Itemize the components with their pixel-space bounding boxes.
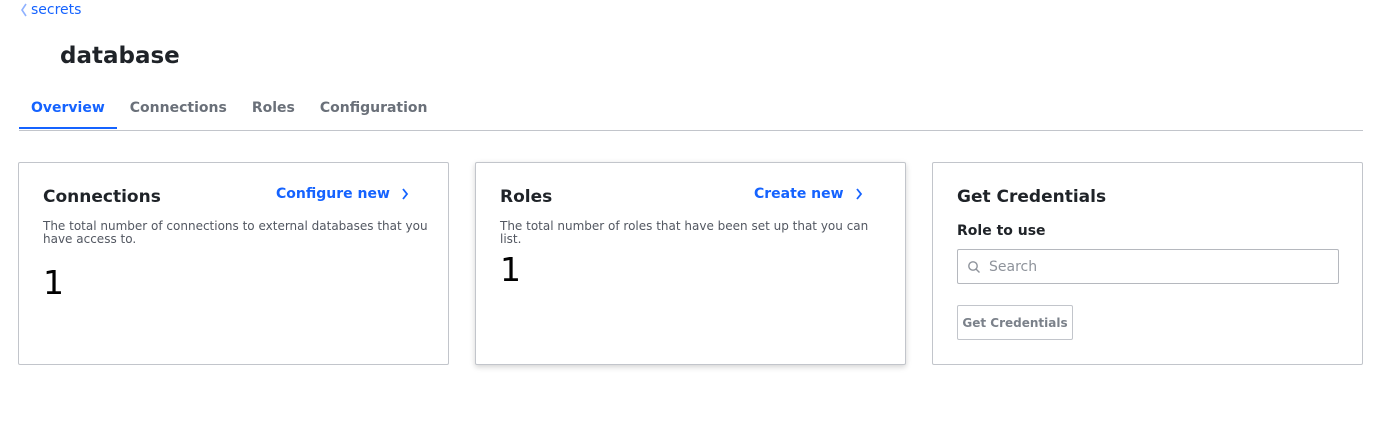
tab-bar: Overview Connections Roles Configuration	[19, 86, 1363, 131]
get-credentials-card: Get Credentials Role to use Get Credenti…	[932, 162, 1363, 365]
tab-connections[interactable]: Connections	[118, 86, 239, 129]
configure-new-label: Configure new	[276, 186, 390, 202]
chevron-right-icon	[855, 188, 862, 200]
tab-configuration[interactable]: Configuration	[308, 86, 440, 129]
tab-overview[interactable]: Overview	[19, 86, 117, 129]
breadcrumb: secrets	[19, 2, 81, 18]
chevron-right-icon	[402, 188, 409, 200]
connections-card-description: The total number of connections to exter…	[43, 219, 428, 246]
connections-card-title: Connections	[43, 187, 161, 207]
create-new-link[interactable]: Create new	[754, 186, 864, 202]
roles-card-description: The total number of roles that have been…	[500, 219, 869, 246]
role-to-use-label: Role to use	[957, 223, 1046, 239]
chevron-left-icon	[21, 3, 27, 17]
get-credentials-button[interactable]: Get Credentials	[957, 305, 1073, 340]
role-search-box[interactable]	[957, 249, 1339, 284]
connections-card: Connections Configure new The total numb…	[18, 162, 449, 365]
roles-count: 1	[500, 250, 521, 289]
role-search-input[interactable]	[989, 258, 1319, 275]
roles-card: Roles Create new The total number of rol…	[475, 162, 906, 365]
get-credentials-card-title: Get Credentials	[957, 187, 1107, 207]
page-title: database	[60, 43, 180, 69]
search-icon	[968, 260, 980, 273]
connections-count: 1	[43, 263, 64, 302]
breadcrumb-link-secrets[interactable]: secrets	[31, 2, 81, 18]
configure-new-link[interactable]: Configure new	[276, 186, 410, 202]
page: secrets database Overview Connections Ro…	[0, 0, 1396, 428]
create-new-label: Create new	[754, 186, 844, 202]
tab-roles[interactable]: Roles	[240, 86, 307, 129]
roles-card-title: Roles	[500, 187, 553, 207]
